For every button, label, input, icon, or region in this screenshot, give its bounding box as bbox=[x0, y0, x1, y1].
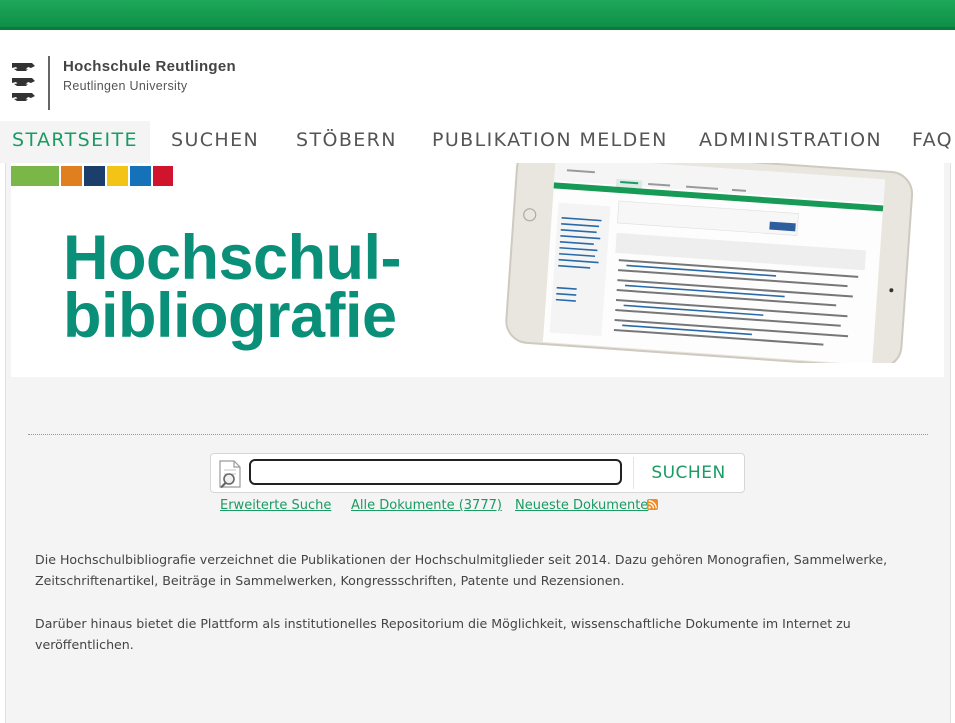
nav-item-publikation-melden[interactable]: PUBLIKATION MELDEN bbox=[432, 121, 668, 163]
repository-paragraph: Darüber hinaus bietet die Plattform als … bbox=[35, 616, 851, 652]
university-name[interactable]: Hochschule Reutlingen bbox=[63, 58, 236, 75]
section-divider bbox=[28, 434, 928, 435]
banner-title-line2: bibliografie bbox=[63, 281, 397, 351]
intro-paragraph: Die Hochschulbibliografie verzeichnet di… bbox=[35, 552, 888, 588]
color-block-yellow bbox=[107, 166, 128, 186]
tablet-illustration-icon bbox=[505, 163, 914, 363]
hero-banner: Hochschul- bibliografie bbox=[11, 163, 944, 377]
university-subname[interactable]: Reutlingen University bbox=[63, 79, 187, 93]
main-nav: STARTSEITE SUCHEN STÖBERN PUBLIKATION ME… bbox=[0, 121, 955, 163]
nav-item-faq[interactable]: FAQ bbox=[912, 121, 953, 163]
search-button[interactable]: SUCHEN bbox=[633, 457, 743, 489]
top-bar bbox=[0, 0, 955, 30]
color-block-green bbox=[11, 166, 59, 186]
color-block-blue bbox=[130, 166, 151, 186]
search-input[interactable] bbox=[249, 459, 622, 485]
rss-icon[interactable] bbox=[647, 499, 658, 510]
logo-divider bbox=[48, 56, 50, 110]
nav-item-administration[interactable]: ADMINISTRATION bbox=[699, 121, 882, 163]
newest-documents-link[interactable]: Neueste Dokumente bbox=[515, 498, 648, 513]
lions-logo-icon[interactable] bbox=[10, 60, 38, 108]
document-search-icon bbox=[219, 460, 241, 489]
color-block-red bbox=[153, 166, 173, 186]
color-block-orange bbox=[61, 166, 82, 186]
search-bar: SUCHEN bbox=[210, 453, 745, 493]
search-links: Erweiterte Suche Alle Dokumente (3777) N… bbox=[0, 498, 955, 518]
nav-item-suchen[interactable]: SUCHEN bbox=[171, 121, 259, 163]
color-block-navy bbox=[84, 166, 105, 186]
nav-item-stoebern[interactable]: STÖBERN bbox=[296, 121, 397, 163]
all-documents-link[interactable]: Alle Dokumente (3777) bbox=[351, 498, 502, 513]
nav-item-startseite[interactable]: STARTSEITE bbox=[0, 121, 150, 163]
site-header: Hochschule Reutlingen Reutlingen Univers… bbox=[0, 30, 955, 122]
advanced-search-link[interactable]: Erweiterte Suche bbox=[220, 498, 331, 513]
